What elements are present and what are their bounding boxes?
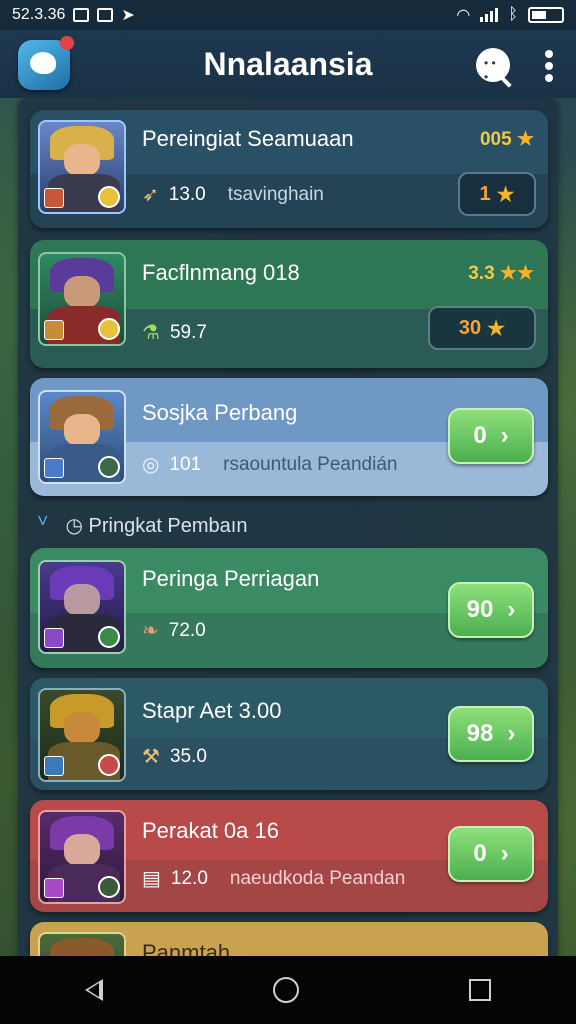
signal-icon: [480, 8, 499, 22]
item-title: Pereingiat Seamuaan: [142, 126, 354, 151]
class-icon: [44, 320, 64, 340]
clock-icon: ◷: [65, 514, 83, 537]
more-vert-icon[interactable]: [544, 50, 554, 82]
star-icon: ★: [487, 317, 506, 340]
list-item[interactable]: Peringa Perriagan ❧ 72.0 90 ›: [30, 548, 548, 668]
list-item[interactable]: Perakat 0a 16 ▤ 12.0 naeudkoda Peandan 0…: [30, 800, 548, 912]
class-icon: [44, 878, 64, 898]
rank-icon: [98, 626, 120, 648]
chevron-right-icon: ›: [507, 596, 516, 623]
hero-avatar: [38, 810, 126, 904]
go-button[interactable]: 0 ›: [448, 408, 534, 464]
list-item[interactable]: Sosjka Perbang ◎ 101 rsaountula Peandián…: [30, 378, 548, 496]
chevron-right-icon: ›: [500, 840, 509, 867]
item-meta: ⚗ 59.7: [142, 321, 207, 345]
item-score: 3.3 ★★: [468, 263, 534, 284]
list-item[interactable]: Pereingiat Seamuaan 005 ★ ➶ 13.0 tsaving…: [30, 110, 548, 228]
image-icon: [73, 8, 90, 22]
shield-icon: [97, 8, 114, 22]
item-title: Sosjka Perbang: [142, 400, 298, 425]
sword-icon: ➶: [142, 184, 159, 206]
star-icon: ★★: [499, 263, 534, 284]
section-title: ◷ Pringkat Pembaın: [65, 514, 248, 537]
target-icon: ◎: [142, 454, 160, 476]
rank-icon: [98, 876, 120, 898]
hero-avatar: [38, 688, 126, 782]
list-item[interactable]: Facflnmang 018 3.3 ★★ ⚗ 59.7 30 ★: [30, 240, 548, 368]
item-title: Facflnmang 018: [142, 260, 300, 285]
reward-badge[interactable]: 30 ★: [428, 306, 536, 350]
status-bar: 52.3.36 ➤ ◠ ᛒ: [0, 0, 576, 30]
star-icon: ★: [516, 129, 534, 150]
item-score: 005 ★: [479, 129, 534, 150]
reward-badge[interactable]: 1 ★: [458, 172, 536, 216]
item-meta: ➶ 13.0 tsavinghain: [142, 183, 324, 207]
location-icon: ➤: [121, 7, 135, 24]
hero-avatar: [38, 252, 126, 346]
star-icon: ★: [496, 183, 515, 206]
section-header: ⱽ ◷ Pringkat Pembaın: [30, 508, 548, 542]
go-button[interactable]: 0 ›: [448, 826, 534, 882]
item-title: Perakat 0a 16: [142, 818, 279, 843]
go-button[interactable]: 90 ›: [448, 582, 534, 638]
item-title: Peringa Perriagan: [142, 566, 320, 591]
book-icon: ▤: [142, 868, 161, 890]
hero-avatar: [38, 390, 126, 484]
leaf-icon: ⱽ: [38, 512, 48, 537]
rank-icon: [98, 754, 120, 776]
rank-icon: [98, 186, 120, 208]
class-icon: [44, 458, 64, 478]
class-icon: [44, 628, 64, 648]
home-icon[interactable]: [273, 977, 299, 1003]
item-meta: ◎ 101 rsaountula Peandián: [142, 453, 398, 477]
recent-apps-icon[interactable]: [469, 979, 491, 1001]
go-button[interactable]: 98 ›: [448, 706, 534, 762]
item-meta: ▤ 12.0 naeudkoda Peandan: [142, 867, 406, 891]
hammer-icon: ⚒: [142, 746, 160, 768]
chevron-right-icon: ›: [500, 422, 509, 449]
horn-icon: ❧: [142, 620, 159, 642]
status-time: 52.3.36: [12, 6, 66, 23]
item-meta: ⚒ 35.0: [142, 745, 207, 769]
battery-icon: [528, 7, 564, 23]
rank-icon: [98, 318, 120, 340]
back-icon[interactable]: [85, 979, 103, 1001]
chevron-right-icon: ›: [507, 720, 516, 747]
wifi-icon: ◠: [456, 7, 471, 24]
app-bar: Nnalaansia: [0, 30, 576, 98]
potion-icon: ⚗: [142, 322, 160, 344]
system-nav-bar: [0, 956, 576, 1024]
hero-avatar: [38, 120, 126, 214]
class-icon: [44, 756, 64, 776]
item-meta: ❧ 72.0: [142, 619, 206, 643]
search-chat-icon[interactable]: [476, 48, 510, 84]
hero-avatar: [38, 560, 126, 654]
class-icon: [44, 188, 64, 208]
bluetooth-icon: ᛒ: [508, 6, 518, 23]
rank-icon: [98, 456, 120, 478]
item-title: Stapr Aet 3.00: [142, 698, 282, 723]
list-item[interactable]: Stapr Aet 3.00 ⚒ 35.0 98 ›: [30, 678, 548, 790]
